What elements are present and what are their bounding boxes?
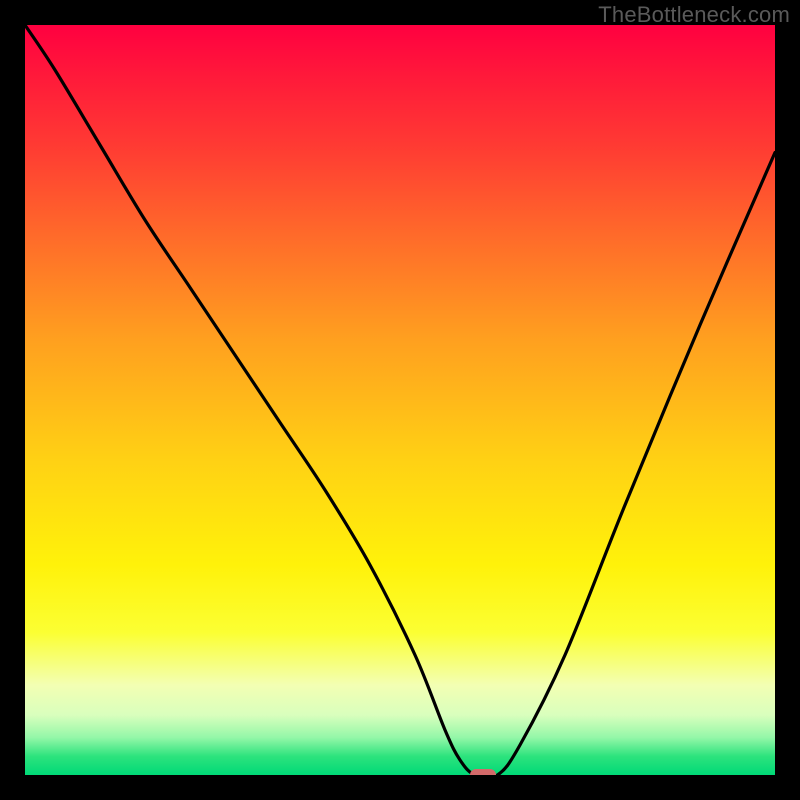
watermark-text: TheBottleneck.com xyxy=(598,2,790,28)
bottleneck-curve xyxy=(25,25,775,775)
plot-area xyxy=(25,25,775,775)
chart-frame: TheBottleneck.com xyxy=(0,0,800,800)
optimal-point-marker xyxy=(470,769,496,775)
